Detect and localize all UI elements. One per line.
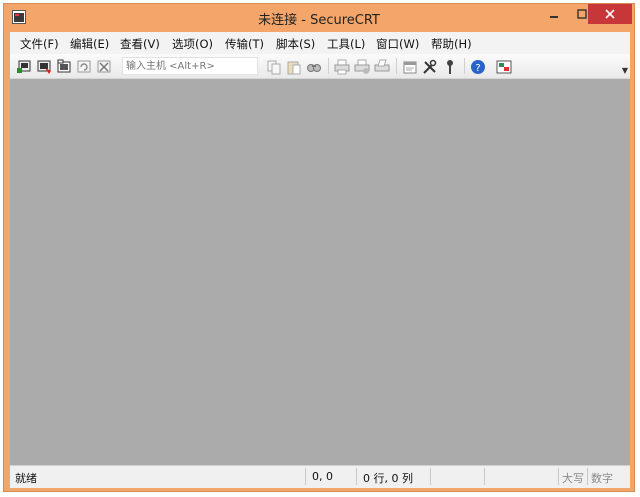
maximize-icon (577, 9, 587, 19)
status-divider (484, 468, 485, 485)
print-setup-icon[interactable] (354, 59, 370, 75)
toolbar-separator (328, 58, 329, 74)
terminal-workspace[interactable] (10, 79, 630, 465)
securecrt-window: 未连接 - SecureCRT 文件(F) 编辑(E) 查看(V) 选项(O) … (3, 3, 635, 492)
toolbar-separator (464, 58, 465, 74)
status-row-col: 0 行, 0 列 (363, 472, 413, 485)
menu-bar: 文件(F) 编辑(E) 查看(V) 选项(O) 传输(T) 脚本(S) 工具(L… (10, 32, 630, 54)
toolbar-overflow-icon[interactable]: ▼ (622, 66, 628, 75)
menu-tools[interactable]: 工具(L) (327, 36, 365, 52)
status-caps: 大写 (562, 472, 584, 485)
close-button[interactable] (588, 4, 632, 24)
paste-icon[interactable] (286, 59, 302, 75)
menu-edit[interactable]: 编辑(E) (70, 36, 109, 52)
disconnect-icon[interactable] (96, 59, 112, 75)
status-bar: 就绪 0, 0 0 行, 0 列 大写 数字 (10, 465, 630, 488)
status-divider (356, 468, 357, 485)
status-divider (430, 468, 431, 485)
toolbar: ? ▼ (10, 54, 630, 79)
status-position: 0, 0 (312, 470, 333, 483)
status-ready: 就绪 (15, 472, 37, 485)
status-divider (558, 468, 559, 485)
menu-file[interactable]: 文件(F) (20, 36, 59, 52)
status-divider (305, 468, 306, 485)
quick-connect-icon[interactable] (36, 59, 52, 75)
title-bar[interactable]: 未连接 - SecureCRT (4, 4, 634, 32)
menu-script[interactable]: 脚本(S) (276, 36, 315, 52)
status-num: 数字 (591, 472, 613, 485)
status-divider (587, 468, 588, 485)
minimize-button[interactable] (540, 4, 568, 24)
menu-view[interactable]: 查看(V) (120, 36, 160, 52)
connect-icon[interactable] (16, 59, 32, 75)
find-icon[interactable] (306, 59, 322, 75)
help-icon[interactable]: ? (470, 59, 486, 75)
close-icon (605, 9, 615, 19)
sftp-icon[interactable] (496, 59, 512, 75)
client-area: 文件(F) 编辑(E) 查看(V) 选项(O) 传输(T) 脚本(S) 工具(L… (10, 32, 630, 488)
connect-in-tab-icon[interactable] (56, 59, 72, 75)
reconnect-icon[interactable] (76, 59, 92, 75)
svg-text:?: ? (475, 63, 480, 74)
global-options-icon[interactable] (422, 59, 438, 75)
menu-help[interactable]: 帮助(H) (431, 36, 472, 52)
print-selection-icon[interactable] (374, 59, 390, 75)
session-options-icon[interactable] (402, 59, 418, 75)
menu-window[interactable]: 窗口(W) (376, 36, 419, 52)
print-icon[interactable] (334, 59, 350, 75)
copy-icon[interactable] (266, 59, 282, 75)
keymap-icon[interactable] (442, 59, 458, 75)
menu-transfer[interactable]: 传输(T) (225, 36, 264, 52)
host-input[interactable] (122, 57, 258, 75)
toolbar-separator (396, 58, 397, 74)
menu-options[interactable]: 选项(O) (172, 36, 213, 52)
minimize-icon (550, 16, 558, 18)
